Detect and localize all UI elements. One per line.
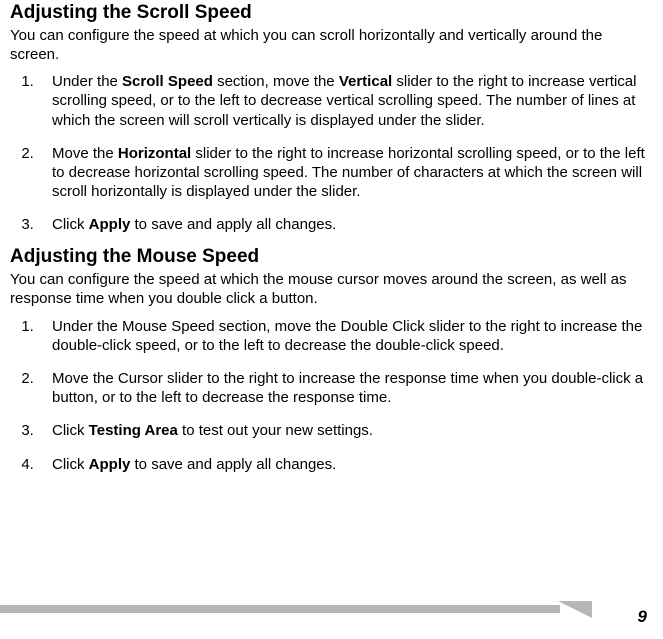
text-run: to save and apply all changes. [130,456,336,473]
document-page: Adjusting the Scroll Speed You can confi… [0,0,663,639]
section2-step-3: Click Testing Area to test out your new … [38,421,647,440]
footer-rule [0,605,560,613]
section1-step-1: Under the Scroll Speed section, move the… [38,72,647,130]
text-run: Under the [52,73,122,90]
bold-horizontal: Horizontal [118,145,191,162]
text-run: Under the Mouse Speed section, move the … [52,318,642,354]
footer-flag-icon [558,601,592,618]
bold-apply: Apply [89,456,131,473]
text-run: to save and apply all changes. [130,216,336,233]
text-run: Click [52,216,89,233]
text-run: Move the [52,145,118,162]
text-run: Move the Cursor slider to the right to i… [52,370,643,406]
section2-steps: Under the Mouse Speed section, move the … [10,317,647,474]
text-run: Click [52,422,89,439]
text-run: Click [52,456,89,473]
section1-step-3: Click Apply to save and apply all change… [38,215,647,234]
section2-intro: You can configure the speed at which the… [10,270,647,308]
section2-title: Adjusting the Mouse Speed [10,244,647,269]
section2-step-2: Move the Cursor slider to the right to i… [38,369,647,407]
bold-scroll-speed: Scroll Speed [122,73,213,90]
section2-step-1: Under the Mouse Speed section, move the … [38,317,647,355]
section1-steps: Under the Scroll Speed section, move the… [10,72,647,234]
text-run: section, move the [213,73,339,90]
bold-vertical: Vertical [339,73,392,90]
section2-step-4: Click Apply to save and apply all change… [38,455,647,474]
section1-title: Adjusting the Scroll Speed [10,0,647,25]
page-number: 9 [638,607,647,627]
text-run: to test out your new settings. [178,422,373,439]
section1-step-2: Move the Horizontal slider to the right … [38,144,647,202]
section1-intro: You can configure the speed at which you… [10,26,647,64]
bold-apply: Apply [89,216,131,233]
bold-testing-area: Testing Area [89,422,178,439]
